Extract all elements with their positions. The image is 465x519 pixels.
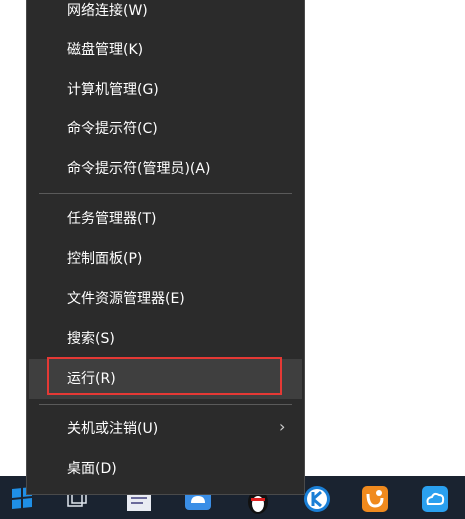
menu-item-task-manager[interactable]: 任务管理器(T): [67, 209, 287, 229]
menu-separator: [39, 404, 292, 405]
menu-item-computer-management[interactable]: 计算机管理(G): [67, 80, 287, 100]
menu-item-search[interactable]: 搜索(S): [67, 329, 287, 349]
chevron-right-icon: ›: [279, 417, 286, 436]
menu-item-file-explorer[interactable]: 文件资源管理器(E): [67, 289, 287, 309]
cloud-drive-icon[interactable]: [420, 484, 450, 514]
menu-separator: [39, 193, 292, 194]
menu-item-command-prompt-admin[interactable]: 命令提示符(管理员)(A): [67, 159, 287, 179]
menu-item-disk-management[interactable]: 磁盘管理(K): [67, 40, 287, 60]
menu-item-network-connections[interactable]: 网络连接(W): [67, 1, 287, 21]
winx-context-menu: 网络连接(W) 磁盘管理(K) 计算机管理(G) 命令提示符(C) 命令提示符(…: [26, 0, 305, 495]
kugou-music-icon[interactable]: [302, 484, 332, 514]
menu-item-control-panel[interactable]: 控制面板(P): [67, 249, 287, 269]
menu-item-command-prompt[interactable]: 命令提示符(C): [67, 119, 287, 139]
run-highlight-box: [47, 357, 282, 395]
menu-item-desktop[interactable]: 桌面(D): [67, 459, 287, 479]
menu-item-shutdown-signout[interactable]: 关机或注销(U): [67, 419, 287, 439]
uc-browser-icon[interactable]: [360, 484, 390, 514]
